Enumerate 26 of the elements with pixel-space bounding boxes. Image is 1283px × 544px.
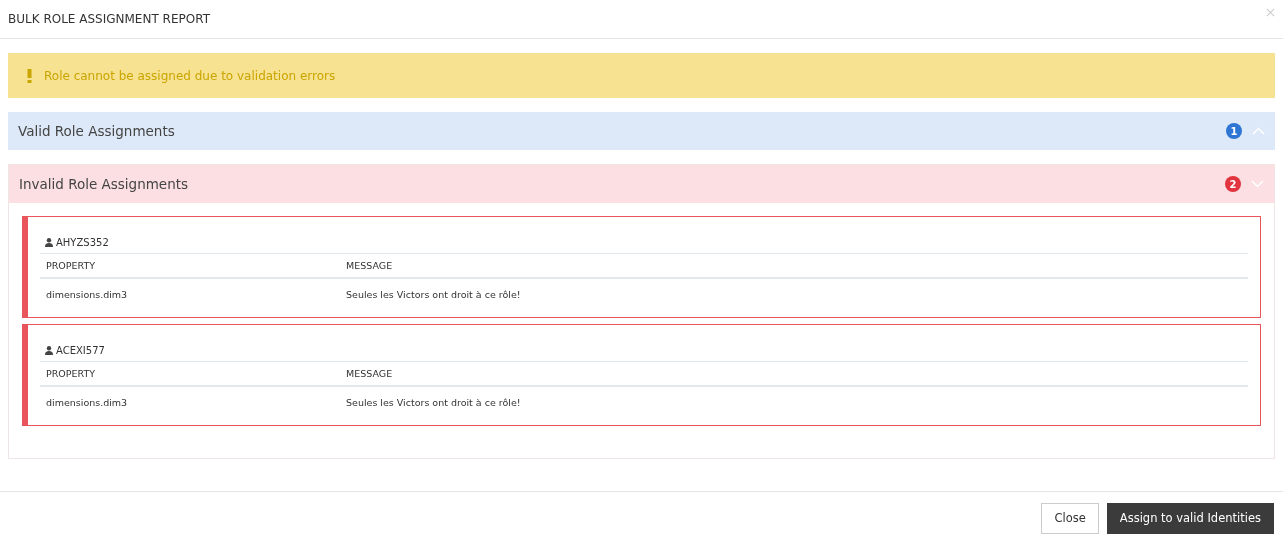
count-badge: 2: [1225, 176, 1241, 192]
table-cell-text: Seules les Victors ont droit à ce rôle!: [345, 396, 522, 408]
user-icon: [45, 237, 53, 247]
panel-title: Valid Role Assignments: [18, 123, 176, 139]
close-icon[interactable]: [1266, 8, 1275, 17]
table-cell-text: dimensions.dim3: [45, 396, 129, 408]
identity-name: AHYZS352: [56, 236, 109, 248]
panel-header[interactable]: Valid Role Assignments 1: [8, 112, 1275, 150]
column-header: MESSAGE: [345, 368, 394, 379]
assign-button[interactable]: Assign to valid Identities: [1106, 502, 1274, 534]
panel-header[interactable]: Invalid Role Assignments 2: [9, 165, 1274, 203]
dialog-title: BULK ROLE ASSIGNMENT REPORT: [8, 12, 210, 26]
table-cell-text: dimensions.dim3: [45, 288, 129, 300]
column-header: PROPERTY: [45, 260, 97, 271]
column-header: PROPERTY: [45, 368, 97, 379]
chevron-down-icon[interactable]: [1251, 180, 1264, 188]
user-icon: [45, 345, 53, 355]
chevron-up-icon[interactable]: [1252, 127, 1265, 135]
panel-title: Invalid Role Assignments: [19, 176, 190, 192]
exclamation-icon: [27, 68, 32, 83]
identity-name: ACEXI577: [56, 344, 105, 356]
column-header: MESSAGE: [345, 260, 394, 271]
table-cell-text: Seules les Victors ont droit à ce rôle!: [345, 288, 522, 300]
count-badge: 1: [1226, 123, 1242, 139]
close-button[interactable]: Close: [1041, 502, 1099, 534]
alert-message: Role cannot be assigned due to validation errors: [44, 68, 336, 83]
